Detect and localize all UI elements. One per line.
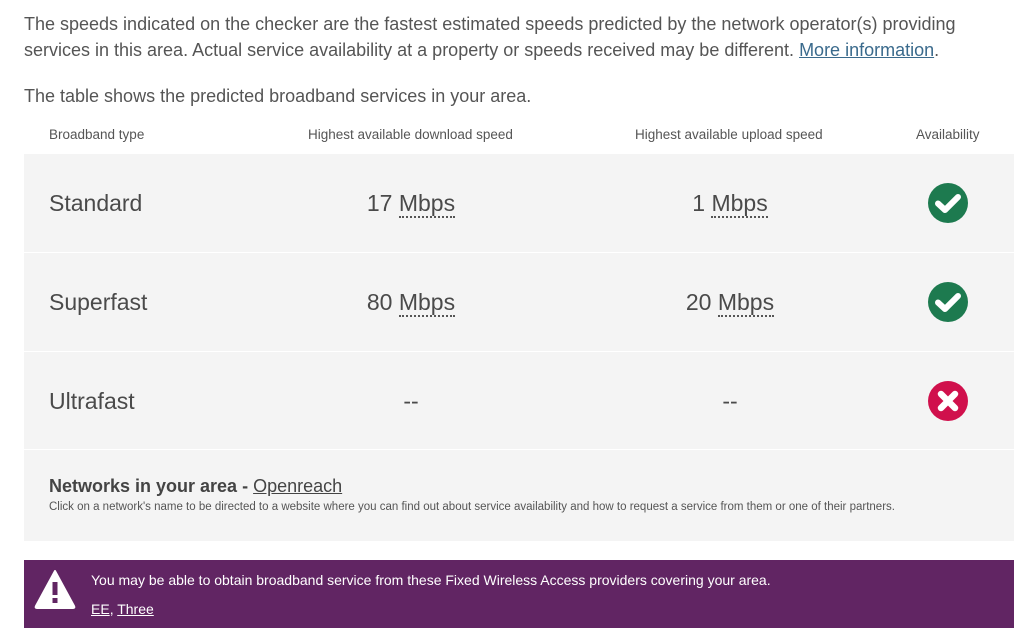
- provider-links: EE, Three: [91, 601, 154, 617]
- header-broadband-type: Broadband type: [49, 127, 145, 142]
- banner-message: You may be able to obtain broadband serv…: [91, 572, 771, 588]
- cross-circle-icon: [928, 381, 968, 421]
- networks-panel: Networks in your area - Openreach Click …: [24, 449, 1014, 541]
- download-unit[interactable]: Mbps: [398, 289, 456, 317]
- table-row-ultrafast: Ultrafast -- --: [24, 351, 1014, 449]
- header-availability: Availability: [916, 127, 980, 142]
- download-value: 80: [366, 289, 393, 315]
- download-unit[interactable]: Mbps: [398, 190, 456, 218]
- openreach-link[interactable]: Openreach: [253, 476, 342, 496]
- table-row-superfast: Superfast 80 Mbps 20 Mbps: [24, 252, 1014, 351]
- upload-speed: --: [722, 388, 738, 414]
- upload-unit[interactable]: Mbps: [711, 190, 768, 218]
- upload-speed: 1 Mbps: [630, 154, 830, 252]
- table-lead-text: The table shows the predicted broadband …: [24, 86, 532, 106]
- networks-note: Click on a network's name to be directed…: [49, 501, 895, 513]
- header-download-speed: Highest available download speed: [308, 127, 513, 142]
- broadband-type: Ultrafast: [49, 388, 135, 414]
- upload-speed: 20 Mbps: [630, 253, 830, 351]
- download-speed: 17 Mbps: [311, 154, 511, 252]
- fixed-wireless-banner: You may be able to obtain broadband serv…: [24, 560, 1014, 628]
- upload-unit[interactable]: Mbps: [717, 289, 775, 317]
- networks-title: Networks in your area -: [49, 476, 249, 496]
- table-header: Broadband type Highest available downloa…: [24, 124, 1014, 154]
- intro-trailing: .: [934, 40, 940, 60]
- broadband-type: Superfast: [49, 289, 148, 315]
- check-circle-icon: [928, 183, 968, 223]
- broadband-type: Standard: [49, 190, 143, 216]
- download-speed: 80 Mbps: [311, 253, 511, 351]
- download-value: 17: [366, 190, 393, 216]
- intro-paragraph: The speeds indicated on the checker are …: [24, 11, 1014, 63]
- networks-heading: Networks in your area - Openreach: [49, 476, 342, 497]
- upload-value: 1: [692, 190, 706, 216]
- header-upload-speed: Highest available upload speed: [635, 127, 823, 142]
- provider-link-three[interactable]: Three: [117, 601, 154, 617]
- download-speed: --: [403, 388, 419, 414]
- more-information-link[interactable]: More information: [799, 40, 934, 60]
- table-row-standard: Standard 17 Mbps 1 Mbps: [24, 153, 1014, 252]
- warning-icon: [34, 570, 76, 609]
- upload-value: 20: [685, 289, 712, 315]
- check-circle-icon: [928, 282, 968, 322]
- provider-link-ee[interactable]: EE: [91, 601, 110, 617]
